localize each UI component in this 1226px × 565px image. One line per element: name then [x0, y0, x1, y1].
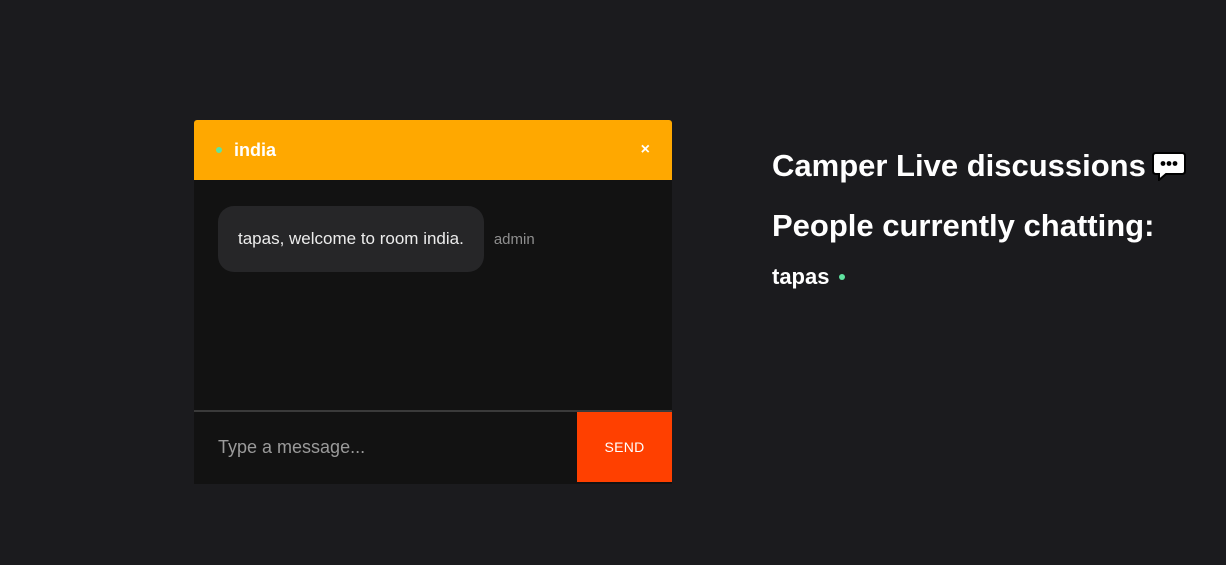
users-heading: People currently chatting:: [772, 208, 1155, 243]
user-name: tapas: [772, 264, 830, 289]
close-button[interactable]: ×: [641, 142, 650, 158]
message-bubble: tapas, welcome to room india.: [218, 206, 484, 272]
room-name: india: [234, 139, 277, 160]
message-sender: admin: [493, 230, 535, 248]
send-button[interactable]: SEND: [577, 412, 672, 482]
speech-bubble-icon: [1151, 151, 1186, 183]
message-composer: SEND: [194, 412, 672, 482]
chat-window: india × tapas, welcome to room india. ad…: [194, 120, 672, 484]
user-list-item: tapas: [772, 264, 1186, 290]
page-title-text: Camper Live discussions: [772, 148, 1146, 183]
message-item: tapas, welcome to room india. admin: [218, 206, 672, 272]
page: india × tapas, welcome to room india. ad…: [0, 0, 1226, 565]
online-status-icon: [216, 147, 222, 153]
sidebar-panel: Camper Live discussions People currently…: [772, 144, 1186, 290]
message-input[interactable]: [194, 412, 577, 482]
chat-header: india ×: [194, 120, 672, 180]
message-list[interactable]: tapas, welcome to room india. admin: [194, 180, 672, 412]
page-title: Camper Live discussions: [772, 144, 1186, 188]
online-status-icon: [839, 274, 846, 280]
